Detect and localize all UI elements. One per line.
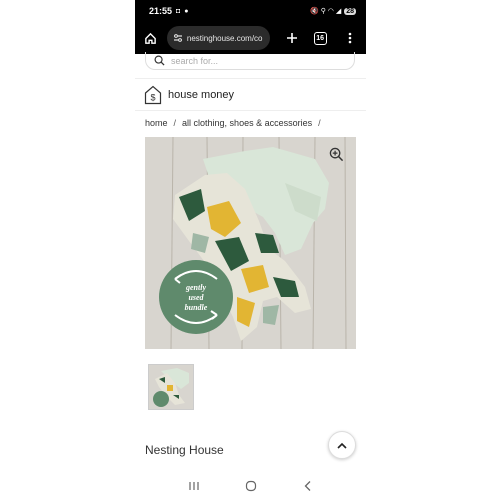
tab-count: 16 [313, 31, 327, 45]
browser-toolbar: nestinghouse.com/co 16 [135, 22, 366, 54]
divider [135, 110, 366, 111]
search-icon [154, 55, 165, 66]
store-name: Nesting House [145, 443, 224, 457]
brand-link[interactable]: $ house money [144, 84, 234, 106]
product-image[interactable]: gently used bundle [145, 137, 356, 349]
home-icon [145, 32, 157, 44]
breadcrumb-separator: / [318, 118, 321, 128]
divider [135, 78, 366, 79]
url-text: nestinghouse.com/co [186, 33, 263, 43]
back-icon[interactable] [302, 480, 314, 492]
breadcrumb-home[interactable]: home [145, 118, 168, 128]
address-bar[interactable]: nestinghouse.com/co [166, 26, 271, 50]
new-tab-button[interactable] [282, 28, 302, 48]
more-vertical-icon [348, 32, 352, 44]
phone-screen: 21:55 ◘ ● 🔇 ⚲ ◠ ◢ 28 nestinghouse.com/co… [135, 0, 366, 500]
status-bar: 21:55 ◘ ● 🔇 ⚲ ◠ ◢ 28 [135, 0, 366, 22]
svg-text:$: $ [150, 93, 155, 103]
status-right-icons: 🔇 ⚲ ◠ ◢ 28 [310, 7, 356, 15]
scroll-to-top-button[interactable] [328, 431, 356, 459]
home-nav-icon[interactable] [245, 480, 257, 492]
thumbnail-photo [149, 365, 193, 409]
system-navigation-bar [135, 472, 366, 500]
product-thumbnail[interactable] [148, 364, 194, 410]
search-input[interactable]: search for... [145, 52, 355, 70]
zoom-in-icon[interactable] [329, 147, 344, 162]
breadcrumb-category[interactable]: all clothing, shoes & accessories [182, 118, 312, 128]
tab-switcher-button[interactable]: 16 [310, 28, 330, 48]
notification-icons: ◘ ● [176, 7, 190, 15]
breadcrumb-separator: / [173, 118, 177, 128]
system-icons: 🔇 ⚲ ◠ ◢ [310, 8, 342, 15]
recent-apps-icon[interactable] [188, 480, 200, 492]
search-placeholder: search for... [171, 55, 219, 66]
site-settings-icon[interactable] [173, 33, 183, 43]
battery-icon: 28 [344, 7, 356, 15]
badge-line-3: bundle [185, 303, 208, 312]
brand-name: house money [168, 89, 235, 101]
breadcrumb: home / all clothing, shoes & accessories / [145, 118, 327, 128]
status-time: 21:55 [149, 6, 173, 16]
chevron-up-icon [337, 442, 347, 449]
badge-line-1: gently [185, 283, 206, 292]
product-photo: gently used bundle [145, 137, 356, 349]
browser-menu-button[interactable] [340, 28, 360, 48]
home-button[interactable] [141, 28, 161, 48]
badge-line-2: used [188, 293, 204, 302]
house-money-logo-icon: $ [144, 85, 162, 105]
plus-icon [287, 33, 298, 43]
